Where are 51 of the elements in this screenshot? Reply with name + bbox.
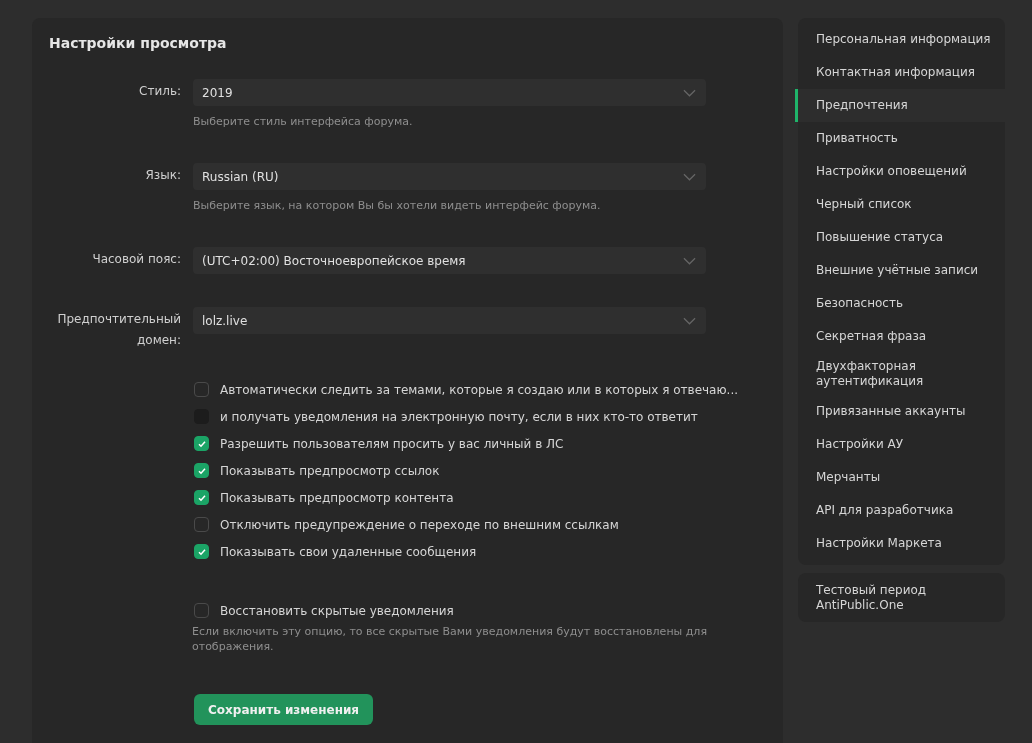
sidebar-item[interactable]: Настройки Маркета <box>795 527 1005 560</box>
sidebar-item[interactable]: Настройки оповещений <box>795 155 1005 188</box>
checkbox[interactable] <box>194 382 209 397</box>
sidebar-item[interactable]: Привязанные аккаунты <box>795 395 1005 428</box>
chevron-icon <box>683 172 696 181</box>
field-hint: Выберите стиль интерфейса форума. <box>193 115 414 128</box>
sidebar-item[interactable]: Приватность <box>795 122 1005 155</box>
check-icon <box>196 438 207 449</box>
sidebar-item[interactable]: Мерчанты <box>795 461 1005 494</box>
field-hint: Выберите язык, на котором Вы бы хотели видеть интерфейс форума. <box>193 199 602 212</box>
option-hint: Если включить эту опцию, то все скрытые Вами уведомления будут восстановлены для отображения. <box>192 624 708 654</box>
check-icon <box>196 492 207 503</box>
sidebar-item[interactable]: API для разработчика <box>795 494 1005 527</box>
checkbox-label[interactable]: Показывать свои удаленные сообщения <box>220 544 477 559</box>
sidebar-item[interactable]: Персональная информация <box>795 23 1005 56</box>
checkbox[interactable] <box>194 517 209 532</box>
select-field[interactable]: Russian (RU) <box>193 163 706 190</box>
select-field[interactable]: 2019 <box>193 79 706 106</box>
sidebar-item[interactable]: Предпочтения <box>795 89 1005 122</box>
chevron-icon <box>683 256 696 265</box>
chevron-icon <box>683 88 696 97</box>
checkbox-label[interactable]: Показывать предпросмотр ссылок <box>220 463 440 478</box>
panel-title: Настройки просмотра <box>49 35 228 51</box>
field-label: Предпочтительный домен: <box>56 311 181 349</box>
checkbox-label[interactable]: Автоматически следить за темами, которые я создаю или в которых я отвечаю... <box>220 382 738 397</box>
select-field[interactable]: lolz.live <box>193 307 706 334</box>
field-label: Часовой пояс: <box>91 251 181 268</box>
sidebar-item[interactable]: Безопасность <box>795 287 1005 320</box>
check-icon <box>196 546 207 557</box>
check-icon <box>196 465 207 476</box>
sidebar-item[interactable]: Контактная информация <box>795 56 1005 89</box>
checkbox[interactable] <box>194 436 209 451</box>
sidebar-item[interactable]: Повышение статуса <box>795 221 1005 254</box>
checkbox[interactable] <box>194 490 209 505</box>
field-label: Стиль: <box>138 83 181 100</box>
checkbox[interactable] <box>194 544 209 559</box>
checkbox[interactable] <box>194 463 209 478</box>
checkbox-label[interactable]: Отключить предупреждение о переходе по внешним ссылкам <box>220 517 619 532</box>
sidebar-item[interactable]: Черный список <box>795 188 1005 221</box>
chevron-icon <box>683 316 696 325</box>
checkbox-label[interactable]: Восстановить скрытые уведомления <box>220 603 454 618</box>
select-field[interactable]: (UTC+02:00) Восточноевропейское время <box>193 247 706 274</box>
checkbox-label[interactable]: Показывать предпросмотр контента <box>220 490 454 505</box>
sidebar-item[interactable]: Внешние учётные записи <box>795 254 1005 287</box>
sidebar-item[interactable]: Тестовый период AntiPublic.One <box>795 581 1005 614</box>
field-label: Язык: <box>144 167 181 184</box>
sidebar-item[interactable]: Двухфакторная аутентификация <box>795 353 1005 395</box>
sidebar-item[interactable]: Секретная фраза <box>795 320 1005 353</box>
checkbox[interactable] <box>194 603 209 618</box>
checkbox-label[interactable]: Разрешить пользователям просить у вас личный в ЛС <box>220 436 564 451</box>
sidebar-item[interactable]: Настройки АУ <box>795 428 1005 461</box>
